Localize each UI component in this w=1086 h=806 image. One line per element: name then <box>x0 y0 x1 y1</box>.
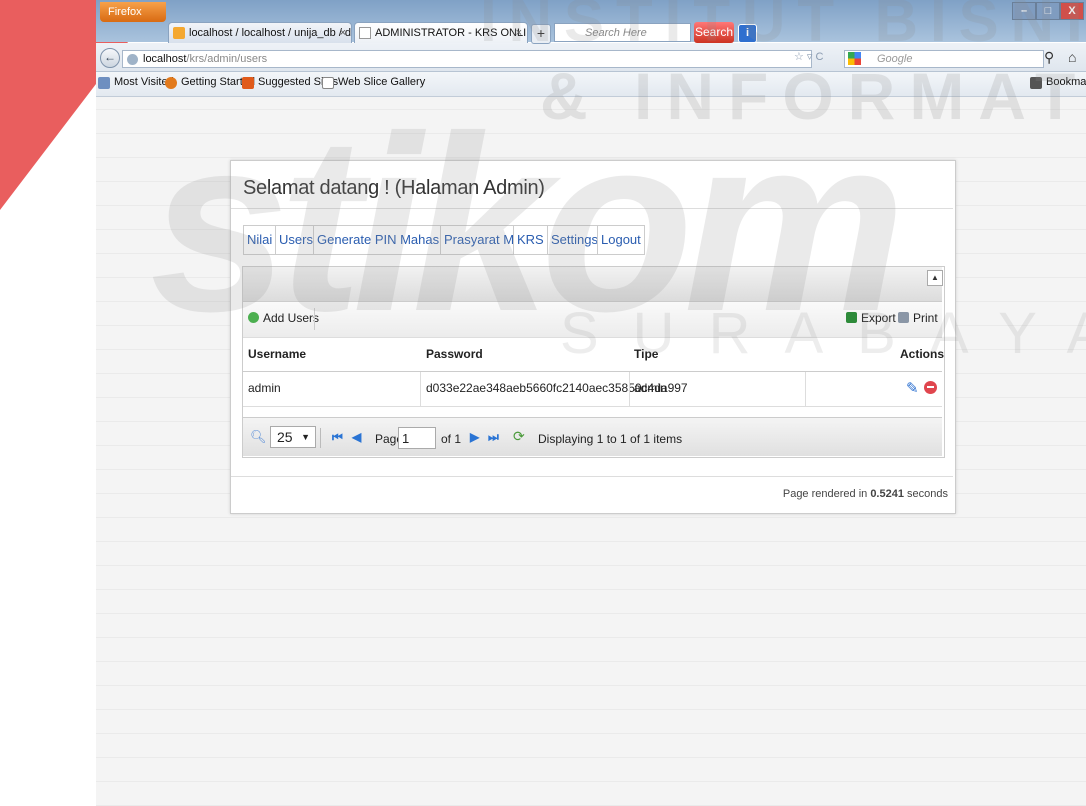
column-actions: Actions <box>900 347 945 361</box>
page-size-select[interactable]: 25 ▼ <box>270 426 316 448</box>
toolbar-search-button[interactable]: Search <box>694 22 734 43</box>
footer-divider <box>231 476 953 477</box>
menu-users[interactable]: Users <box>275 225 317 255</box>
column-tipe[interactable]: Tipe <box>634 338 658 371</box>
bookmarks-icon <box>1030 77 1042 89</box>
tab-title: localhost / localhost / unija_db / dev_.… <box>189 27 352 39</box>
firefox-icon <box>165 77 177 89</box>
chevron-down-icon: ▼ <box>301 432 310 442</box>
page-icon <box>359 27 371 39</box>
add-users-button[interactable]: Add Users <box>248 311 319 325</box>
new-tab-button[interactable]: + <box>531 24 551 44</box>
page-of-label: of 1 <box>441 432 462 446</box>
header-rule <box>243 371 942 372</box>
print-label: Print <box>913 311 938 325</box>
address-bar[interactable]: localhost/krs/admin/users <box>122 50 812 68</box>
add-users-label: Add Users <box>263 311 320 325</box>
printer-icon <box>898 312 909 323</box>
last-page-icon[interactable]: ⏭ <box>488 430 499 445</box>
column-username[interactable]: Username <box>248 338 306 371</box>
excel-icon <box>846 312 857 323</box>
firefox-menu-button[interactable]: Firefox <box>100 2 166 22</box>
column-divider <box>805 372 806 406</box>
search-icon[interactable]: 🔍︎ <box>250 429 267 445</box>
grid-header-bar <box>243 267 942 302</box>
suggested-sites-icon <box>242 77 254 89</box>
toolbar-search-input[interactable]: Search Here <box>554 23 691 42</box>
column-divider <box>420 372 421 406</box>
url-host: localhost <box>143 53 187 65</box>
divider <box>231 208 953 209</box>
menu-nilai[interactable]: Nilai <box>243 225 277 255</box>
page-size-value: 25 <box>277 429 293 445</box>
star-refresh-icon[interactable]: ☆ ▿ C <box>794 50 823 63</box>
page-icon <box>322 77 334 89</box>
bookmark-web-slice-gallery[interactable]: Web Slice Gallery <box>322 76 426 89</box>
pager-separator <box>320 428 321 448</box>
bookmark-icon <box>98 77 110 89</box>
close-icon[interactable]: × <box>340 23 346 43</box>
pager-status: Displaying 1 to 1 of 1 items <box>538 432 683 446</box>
delete-icon[interactable] <box>924 381 937 394</box>
window-controls: – □ X <box>1012 2 1086 20</box>
close-icon[interactable]: × <box>516 23 522 43</box>
export-button[interactable]: Export <box>846 311 896 325</box>
column-password[interactable]: Password <box>426 338 483 371</box>
footer-prefix: Page rendered in <box>782 488 871 500</box>
tab-phpmyadmin[interactable]: localhost / localhost / unija_db / dev_.… <box>168 22 352 43</box>
phpmyadmin-icon <box>173 27 185 39</box>
close-window-icon[interactable]: X <box>1060 2 1084 20</box>
cell-tipe: admin <box>634 381 667 395</box>
google-search-input[interactable]: Google <box>844 50 1044 68</box>
export-label: Export <box>861 311 896 325</box>
next-page-icon[interactable]: ▶ <box>470 430 479 444</box>
collapse-icon[interactable]: ▲ <box>927 270 943 286</box>
search-icon[interactable]: ⚲ <box>1044 49 1054 66</box>
toolbar-separator <box>314 308 315 330</box>
bookmark-label: Web Slice Gallery <box>338 76 426 88</box>
print-button[interactable]: Print <box>898 311 938 325</box>
page-number-input[interactable]: 1 <box>398 427 436 449</box>
tab-krs-online[interactable]: ADMINISTRATOR - KRS ONLINE × <box>354 22 528 43</box>
url-path: /krs/admin/users <box>186 53 268 65</box>
add-icon <box>248 312 259 323</box>
refresh-icon[interactable]: ⟳ <box>513 428 525 445</box>
minimize-icon[interactable]: – <box>1012 2 1036 20</box>
menu-logout[interactable]: Logout <box>597 225 645 255</box>
menu-settings[interactable]: Settings <box>547 225 602 255</box>
first-page-icon[interactable]: ⏮ <box>332 430 343 445</box>
grid-toolbar <box>243 302 942 338</box>
render-time-footer: Page rendered in 0.5241 seconds <box>783 488 948 500</box>
bookmarks-menu[interactable]: Bookmarks <box>1030 76 1086 89</box>
info-icon[interactable]: i <box>738 24 757 43</box>
tab-title: ADMINISTRATOR - KRS ONLINE <box>375 27 528 39</box>
row-rule <box>243 406 942 407</box>
bookmarks-menu-label: Bookmarks <box>1046 76 1086 88</box>
globe-icon <box>127 54 138 65</box>
cell-username: admin <box>248 381 281 395</box>
previous-page-icon[interactable]: ◀ <box>352 430 361 444</box>
maximize-icon[interactable]: □ <box>1036 2 1060 20</box>
footer-suffix: seconds <box>903 488 948 500</box>
edit-pencil-icon[interactable]: ✎ <box>906 379 919 397</box>
page-title: Selamat datang ! (Halaman Admin) <box>243 177 545 199</box>
footer-time: 0.5241 <box>870 488 904 500</box>
column-divider <box>629 372 630 406</box>
bookmark-most-visited[interactable]: Most Visited <box>98 76 174 89</box>
back-arrow-icon[interactable]: ← <box>100 48 120 68</box>
home-icon[interactable]: ⌂ <box>1068 49 1076 65</box>
menu-krs[interactable]: KRS <box>513 225 548 255</box>
google-icon <box>848 52 861 65</box>
